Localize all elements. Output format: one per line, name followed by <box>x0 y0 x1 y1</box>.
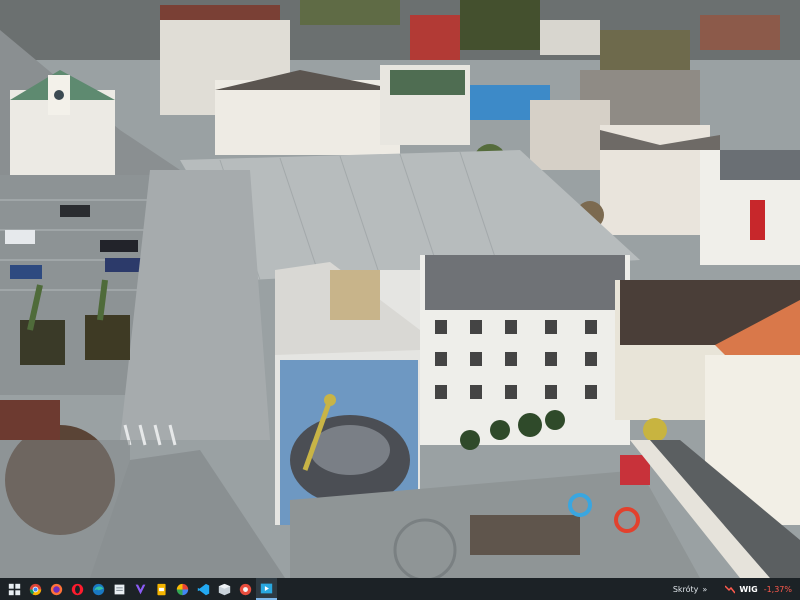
media-icon <box>239 583 252 595</box>
vscode-button[interactable] <box>193 578 214 600</box>
vpn-icon <box>135 584 146 594</box>
photos-button[interactable] <box>172 578 193 600</box>
firefox-button[interactable] <box>46 578 67 600</box>
stock-chart-icon <box>725 585 736 594</box>
shortcuts-toolbar-label[interactable]: Skróty <box>673 585 699 594</box>
slides-button[interactable] <box>151 578 172 600</box>
stock-ticker-change: -1,37% <box>763 584 792 594</box>
vpn-button[interactable] <box>130 578 151 600</box>
start-grid-icon <box>8 583 21 595</box>
system-tray: Skróty » WIG -1,37% <box>673 578 800 600</box>
active-app-button[interactable] <box>256 578 277 600</box>
desktop <box>0 0 800 578</box>
chrome-icon <box>29 583 42 595</box>
start-button[interactable] <box>4 578 25 600</box>
edge-button[interactable] <box>88 578 109 600</box>
wallpaper-aerial-photo <box>0 0 800 578</box>
photos-icon <box>176 583 189 595</box>
opera-button[interactable] <box>67 578 88 600</box>
files-icon <box>114 584 125 594</box>
taskbar-app-list <box>0 578 277 600</box>
firefox-icon <box>50 583 63 595</box>
box-icon <box>218 583 231 595</box>
stock-ticker-name[interactable]: WIG <box>739 585 757 594</box>
files-button[interactable] <box>109 578 130 600</box>
toolbar-chevron-icon[interactable]: » <box>702 585 707 594</box>
slides-icon <box>157 583 166 595</box>
vscode-icon <box>197 583 210 595</box>
edge-icon <box>92 583 105 595</box>
chrome-button[interactable] <box>25 578 46 600</box>
taskbar: Skróty » WIG -1,37% <box>0 578 800 600</box>
box-button[interactable] <box>214 578 235 600</box>
opera-icon <box>71 583 84 595</box>
media-button[interactable] <box>235 578 256 600</box>
active-app-icon <box>260 583 273 593</box>
